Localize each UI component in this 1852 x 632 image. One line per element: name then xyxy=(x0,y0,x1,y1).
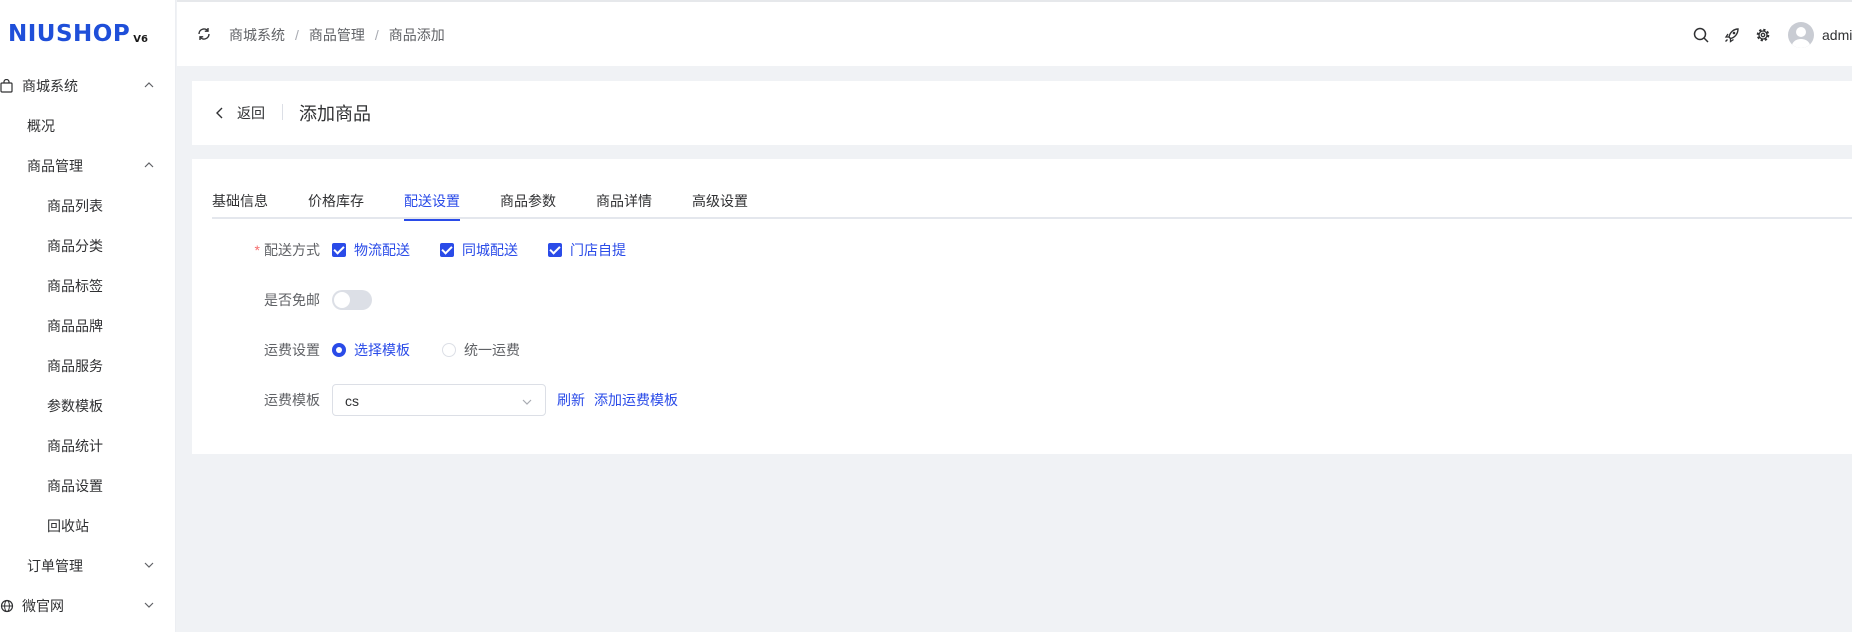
sidebar-item-attribute-template[interactable]: 参数模板 xyxy=(0,386,176,426)
sidebar-item-goods-brand[interactable]: 商品品牌 xyxy=(0,306,176,346)
sidebar-item-label: 商品设置 xyxy=(47,478,103,494)
radio-selected-icon xyxy=(332,343,346,357)
sidebar-item-goods-category[interactable]: 商品分类 xyxy=(0,226,176,266)
top-header: 商城系统 / 商品管理 / 商品添加 admin xyxy=(177,0,1852,66)
chevron-up-icon xyxy=(144,82,154,88)
sidebar-item-goods-service[interactable]: 商品服务 xyxy=(0,346,176,386)
tab-delivery-settings[interactable]: 配送设置 xyxy=(404,191,460,221)
back-label: 返回 xyxy=(237,105,265,121)
avatar[interactable] xyxy=(1788,22,1814,48)
sidebar-item-goods-statistics[interactable]: 商品统计 xyxy=(0,426,176,466)
back-button[interactable]: 返回 xyxy=(214,103,265,123)
logo[interactable]: NIUSHOP V6 xyxy=(0,0,175,68)
sidebar-item-label: 订单管理 xyxy=(27,558,83,574)
radio-label: 统一运费 xyxy=(464,342,520,358)
sidebar-item-micro-site[interactable]: 微官网 xyxy=(0,586,176,626)
chevron-down-icon xyxy=(522,399,532,405)
refresh-link[interactable]: 刷新 xyxy=(557,390,585,410)
rocket-icon[interactable] xyxy=(1723,26,1741,44)
local-delivery-checkbox[interactable]: 同城配送 xyxy=(440,240,518,260)
checkbox-label: 同城配送 xyxy=(462,242,518,258)
search-icon[interactable] xyxy=(1692,26,1710,44)
select-value: cs xyxy=(345,393,359,409)
username[interactable]: admin xyxy=(1822,27,1852,43)
delivery-method-label-text: 配送方式 xyxy=(264,242,320,258)
goods-form-card: 基础信息 价格库存 配送设置 商品参数 商品详情 高级设置 * 配送方式 物流配送… xyxy=(192,159,1852,454)
sidebar-item-label: 概况 xyxy=(27,118,55,134)
refresh-icon[interactable] xyxy=(196,26,212,42)
globe-icon xyxy=(0,599,14,613)
select-template-radio[interactable]: 选择模板 xyxy=(332,340,410,360)
sidebar-item-label: 商品品牌 xyxy=(47,318,103,334)
freight-template-select[interactable]: cs xyxy=(332,384,546,416)
add-freight-template-link[interactable]: 添加运费模板 xyxy=(594,390,678,410)
breadcrumb-item[interactable]: 商品管理 xyxy=(309,25,365,45)
sidebar-item-recycle-bin[interactable]: 回收站 xyxy=(0,506,176,546)
sidebar-item-label: 参数模板 xyxy=(47,398,103,414)
divider xyxy=(282,104,283,120)
checkbox-label: 门店自提 xyxy=(570,242,626,258)
sidebar-item-label: 商品服务 xyxy=(47,358,103,374)
express-delivery-checkbox[interactable]: 物流配送 xyxy=(332,240,410,260)
freight-template-label: 运费模板 xyxy=(264,392,320,408)
free-shipping-label: 是否免邮 xyxy=(264,292,320,308)
freight-setting-label: 运费设置 xyxy=(264,342,320,358)
breadcrumb-separator: / xyxy=(295,27,299,43)
checkbox-label: 物流配送 xyxy=(354,242,410,258)
checkbox-checked-icon xyxy=(548,243,562,257)
breadcrumb-item-current: 商品添加 xyxy=(388,27,445,43)
radio-unselected-icon xyxy=(442,343,456,357)
sidebar-item-label: 商品标签 xyxy=(47,278,103,294)
sidebar-item-label: 商城系统 xyxy=(22,78,78,94)
chevron-down-icon xyxy=(144,562,154,568)
tab-price-stock[interactable]: 价格库存 xyxy=(308,191,364,219)
tab-basic-info[interactable]: 基础信息 xyxy=(212,191,268,219)
sidebar-item-goods-list[interactable]: 商品列表 xyxy=(0,186,176,226)
sidebar-item-label: 商品统计 xyxy=(47,438,103,454)
radio-label: 选择模板 xyxy=(354,342,410,358)
checkbox-checked-icon xyxy=(440,243,454,257)
sidebar-item-order-management[interactable]: 订单管理 xyxy=(0,546,176,586)
sidebar-item-goods-label[interactable]: 商品标签 xyxy=(0,266,176,306)
sidebar-item-goods-settings[interactable]: 商品设置 xyxy=(0,466,176,506)
free-shipping-switch[interactable] xyxy=(332,290,372,310)
breadcrumb-separator: / xyxy=(374,27,379,43)
store-pickup-checkbox[interactable]: 门店自提 xyxy=(548,240,626,260)
unified-freight-radio[interactable]: 统一运费 xyxy=(442,340,520,360)
sidebar-item-mall-system[interactable]: 商城系统 xyxy=(0,66,176,106)
page-title: 添加商品 xyxy=(299,104,371,124)
tab-bar: 基础信息 价格库存 配送设置 商品参数 商品详情 高级设置 xyxy=(212,191,1852,221)
breadcrumb-item[interactable]: 商城系统 xyxy=(229,25,285,45)
tab-goods-detail[interactable]: 商品详情 xyxy=(596,191,652,219)
breadcrumb: 商城系统 / 商品管理 / 商品添加 xyxy=(229,25,445,45)
chevron-up-icon xyxy=(144,162,154,168)
required-mark: * xyxy=(254,242,260,258)
checkbox-checked-icon xyxy=(332,243,346,257)
bag-icon xyxy=(0,79,13,93)
tab-goods-params[interactable]: 商品参数 xyxy=(500,191,556,219)
gear-icon[interactable] xyxy=(1754,26,1772,44)
sidebar-item-goods-management[interactable]: 商品管理 xyxy=(0,146,176,186)
chevron-down-icon xyxy=(144,602,154,608)
logo-version: V6 xyxy=(133,33,148,45)
delivery-method-label: * 配送方式 xyxy=(192,240,320,260)
sidebar-item-label: 回收站 xyxy=(47,518,89,534)
tab-advanced-settings[interactable]: 高级设置 xyxy=(692,191,748,219)
sidebar-item-label: 商品管理 xyxy=(27,158,83,174)
sidebar-item-label: 微官网 xyxy=(22,598,64,614)
logo-text: NIUSHOP xyxy=(8,21,131,47)
chevron-left-icon xyxy=(216,107,223,119)
page-title-bar: 返回 添加商品 xyxy=(192,81,1852,145)
sidebar-item-overview[interactable]: 概况 xyxy=(0,106,176,146)
sidebar: NIUSHOP V6 商城系统 概况 商品管理 商品列表 商品分类 商品标签 商… xyxy=(0,0,176,632)
sidebar-item-label: 商品分类 xyxy=(47,238,103,254)
sidebar-item-label: 商品列表 xyxy=(47,198,103,214)
